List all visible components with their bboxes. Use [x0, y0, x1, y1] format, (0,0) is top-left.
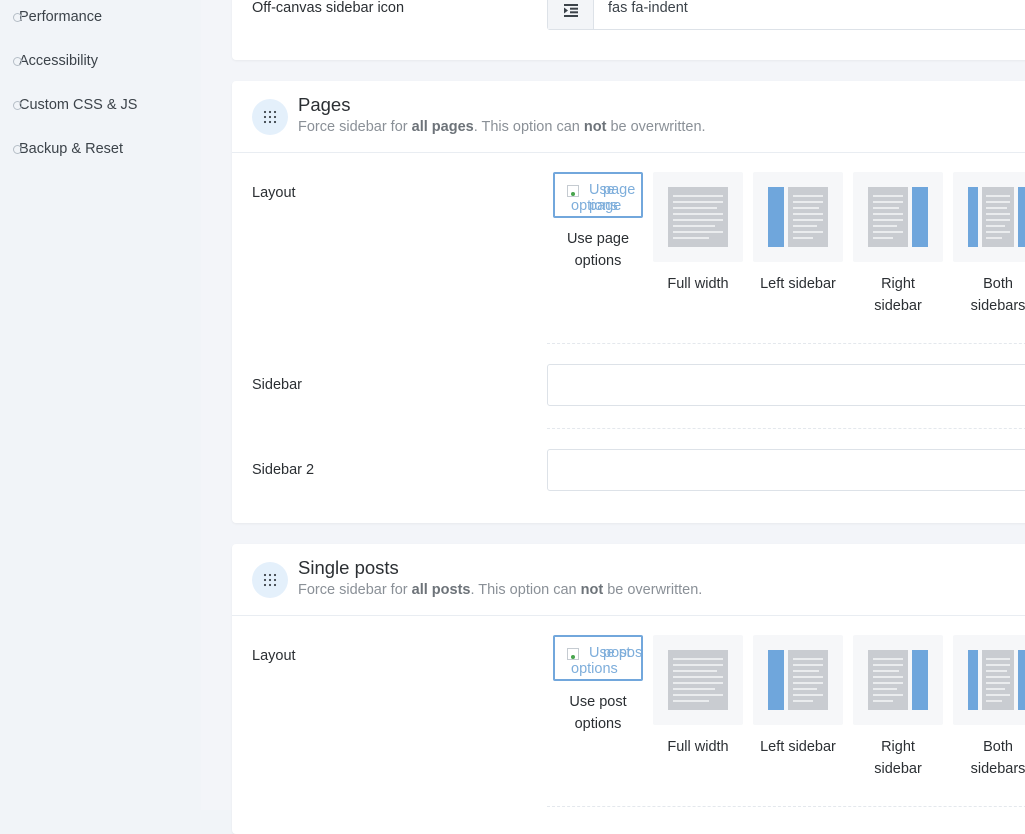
nav-bullet-icon [13, 145, 22, 154]
settings-sidebar: Performance Accessibility Custom CSS & J… [0, 0, 202, 810]
offcanvas-card: Off-canvas sidebar icon fas fa-indent [232, 0, 1025, 60]
pages-sidebar2-label: Sidebar 2 [252, 462, 315, 478]
pages-title: Pages [298, 94, 351, 115]
pages-sidebar-label: Sidebar [252, 377, 302, 393]
divider [547, 428, 1025, 429]
right-sidebar-layout-icon [853, 635, 943, 725]
sidebar-item-label: Accessibility [19, 53, 98, 69]
posts-card-header: Single posts Force sidebar for all posts… [232, 544, 1025, 616]
sidebar-item-label: Performance [19, 9, 103, 25]
right-sidebar-layout-icon [853, 172, 943, 262]
layout-option-label: Both sidebars [970, 276, 1025, 314]
sidebar-item-backup-reset[interactable]: Backup & Reset [13, 141, 123, 157]
pages-subtitle: Force sidebar for all pages. This option… [298, 119, 706, 135]
sidebar-item-performance[interactable]: Performance [13, 9, 103, 25]
pages-sidebar2-select[interactable] [547, 449, 1025, 491]
sidebar-item-label: Backup & Reset [19, 141, 123, 157]
pages-card: Pages Force sidebar for all pages. This … [232, 81, 1025, 523]
drag-grid-icon [252, 99, 288, 135]
sidebar-item-accessibility[interactable]: Accessibility [13, 53, 98, 69]
broken-image-alt: Use page page options [567, 182, 641, 214]
both-sidebars-layout-icon [953, 172, 1025, 262]
layout-option-label: Right sidebar [874, 739, 922, 777]
broken-image-alt: Use post post options [567, 645, 641, 677]
left-sidebar-layout-icon [753, 635, 843, 725]
layout-option-image: Use post post options [553, 635, 643, 681]
nav-bullet-icon [13, 57, 22, 66]
pages-sidebar-select[interactable] [547, 364, 1025, 406]
layout-option-label: Full width [667, 276, 729, 292]
pages-card-header: Pages Force sidebar for all pages. This … [232, 81, 1025, 153]
layout-option-label: Both sidebars [970, 739, 1025, 777]
indent-icon [548, 0, 594, 29]
both-sidebars-layout-icon [953, 635, 1025, 725]
pages-layout-label: Layout [252, 185, 296, 201]
offcanvas-icon-input[interactable]: fas fa-indent [547, 0, 1025, 30]
sidebar-item-label: Custom CSS & JS [19, 97, 138, 113]
layout-option-label: Use post options [569, 694, 627, 732]
divider [547, 343, 1025, 344]
left-sidebar-layout-icon [753, 172, 843, 262]
layout-option-label: Use page options [566, 231, 630, 269]
full-width-layout-icon [653, 635, 743, 725]
offcanvas-label: Off-canvas sidebar icon [252, 0, 405, 16]
full-width-layout-icon [653, 172, 743, 262]
posts-card: Single posts Force sidebar for all posts… [232, 544, 1025, 834]
layout-option-label: Left sidebar [760, 739, 836, 755]
layout-option-label: Full width [667, 739, 729, 755]
posts-title: Single posts [298, 557, 399, 578]
divider [547, 806, 1025, 807]
layout-option-label: Left sidebar [760, 276, 836, 292]
drag-grid-icon [252, 562, 288, 598]
nav-bullet-icon [13, 13, 22, 22]
offcanvas-icon-value: fas fa-indent [608, 0, 688, 16]
layout-option-image: Use page page options [553, 172, 643, 218]
posts-subtitle: Force sidebar for all posts. This option… [298, 582, 703, 598]
nav-bullet-icon [13, 101, 22, 110]
layout-option-label: Right sidebar [874, 276, 922, 314]
posts-layout-label: Layout [252, 648, 296, 664]
main-content: Off-canvas sidebar icon fas fa-indent Pa… [201, 0, 1025, 834]
sidebar-item-custom-css-js[interactable]: Custom CSS & JS [13, 97, 138, 113]
